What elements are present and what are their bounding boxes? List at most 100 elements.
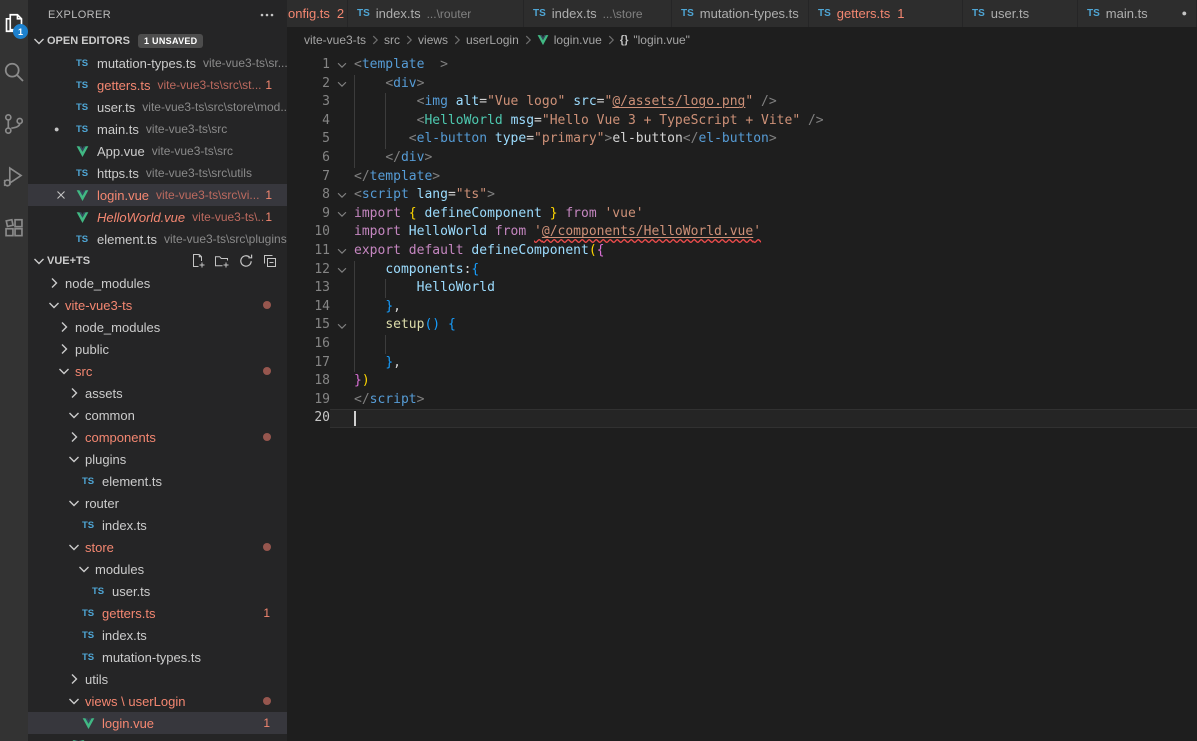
line-content[interactable]: components:{ bbox=[354, 261, 1197, 280]
tree-folder-item[interactable]: common bbox=[28, 404, 287, 426]
open-editor-item[interactable]: TShttps.tsvite-vue3-ts\src\utils bbox=[28, 162, 287, 184]
tree-folder-item[interactable]: plugins bbox=[28, 448, 287, 470]
new-folder-icon[interactable] bbox=[214, 253, 230, 269]
chevron-down-icon[interactable] bbox=[66, 539, 82, 555]
tree-file-item[interactable] bbox=[28, 734, 287, 741]
source-control-activity-button[interactable] bbox=[0, 98, 28, 150]
open-editor-item[interactable]: ●TSmain.tsvite-vue3-ts\src bbox=[28, 118, 287, 140]
line-content[interactable]: HelloWorld bbox=[354, 279, 1197, 298]
tree-file-item[interactable]: TSmutation-types.ts bbox=[28, 646, 287, 668]
tree-folder-item[interactable]: components bbox=[28, 426, 287, 448]
chevron-right-icon[interactable] bbox=[46, 275, 62, 291]
open-editors-header[interactable]: OPEN EDITORS 1 UNSAVED bbox=[28, 30, 287, 52]
line-content[interactable]: setup() { bbox=[354, 316, 1197, 335]
breadcrumb-item[interactable]: {}"login.vue" bbox=[620, 33, 690, 47]
line-content[interactable]: <template > bbox=[354, 56, 1197, 75]
chevron-down-icon[interactable] bbox=[66, 495, 82, 511]
line-content[interactable]: </script> bbox=[354, 391, 1197, 410]
line-content[interactable]: <img alt="Vue logo" src="@/assets/logo.p… bbox=[354, 93, 1197, 112]
breadcrumb-item[interactable]: src bbox=[384, 33, 400, 47]
editor-tab[interactable]: TSindex.ts...\router bbox=[348, 0, 524, 27]
tree-folder-item[interactable]: store bbox=[28, 536, 287, 558]
chevron-right-icon[interactable] bbox=[56, 341, 72, 357]
tree-file-item[interactable]: login.vue1 bbox=[28, 712, 287, 734]
chevron-down-icon[interactable] bbox=[46, 297, 62, 313]
tree-folder-item[interactable]: node_modules bbox=[28, 272, 287, 294]
fold-toggle[interactable] bbox=[330, 75, 354, 94]
open-editor-item[interactable]: TSelement.tsvite-vue3-ts\src\plugins bbox=[28, 228, 287, 250]
fold-toggle[interactable] bbox=[330, 316, 354, 335]
line-content[interactable] bbox=[354, 335, 1197, 354]
chevron-down-icon[interactable] bbox=[66, 693, 82, 709]
line-content[interactable]: import HelloWorld from '@/components/Hel… bbox=[354, 223, 1197, 242]
editor-tab[interactable]: onfig.ts2 bbox=[287, 0, 348, 27]
chevron-right-icon[interactable] bbox=[66, 385, 82, 401]
open-editor-item[interactable]: TSgetters.tsvite-vue3-ts\src\st...1 bbox=[28, 74, 287, 96]
line-content[interactable]: </template> bbox=[354, 168, 1197, 187]
close-icon[interactable] bbox=[54, 188, 68, 202]
tree-folder-item[interactable]: modules bbox=[28, 558, 287, 580]
chevron-down-icon[interactable] bbox=[56, 363, 72, 379]
line-content[interactable]: <script lang="ts"> bbox=[354, 186, 1197, 205]
line-content[interactable]: <div> bbox=[354, 75, 1197, 94]
editor-tab[interactable]: TSindex.ts...\store bbox=[524, 0, 672, 27]
open-editor-item[interactable]: login.vuevite-vue3-ts\src\vi...1 bbox=[28, 184, 287, 206]
code-editor[interactable]: 1<template >2 <div>3 <img alt="Vue logo"… bbox=[287, 52, 1197, 741]
line-content[interactable] bbox=[354, 409, 1197, 428]
open-editor-item[interactable]: HelloWorld.vuevite-vue3-ts\...1 bbox=[28, 206, 287, 228]
fold-toggle[interactable] bbox=[330, 261, 354, 280]
refresh-icon[interactable] bbox=[238, 253, 254, 269]
chevron-down-icon[interactable] bbox=[66, 407, 82, 423]
workspace-section-header[interactable]: VUE+TS bbox=[28, 250, 287, 272]
line-content[interactable]: <el-button type="primary">el-button</el-… bbox=[354, 130, 1197, 149]
chevron-right-icon[interactable] bbox=[66, 429, 82, 445]
tree-folder-item[interactable]: router bbox=[28, 492, 287, 514]
line-content[interactable]: <HelloWorld msg="Hello Vue 3 + TypeScrip… bbox=[354, 112, 1197, 131]
tree-file-item[interactable]: TSindex.ts bbox=[28, 514, 287, 536]
line-content[interactable]: export default defineComponent({ bbox=[354, 242, 1197, 261]
open-editor-item[interactable]: TSuser.tsvite-vue3-ts\src\store\mod... bbox=[28, 96, 287, 118]
editor-tab[interactable]: TSuser.ts bbox=[963, 0, 1078, 27]
chevron-right-icon[interactable] bbox=[56, 319, 72, 335]
editor-tab[interactable]: TSmain.ts● bbox=[1078, 0, 1197, 27]
tree-folder-item[interactable]: node_modules bbox=[28, 316, 287, 338]
extensions-activity-button[interactable] bbox=[0, 202, 28, 254]
tree-folder-item[interactable]: utils bbox=[28, 668, 287, 690]
chevron-down-icon[interactable] bbox=[76, 561, 92, 577]
fold-toggle[interactable] bbox=[330, 186, 354, 205]
error-count-badge: 1 bbox=[265, 210, 287, 224]
chevron-down-icon[interactable] bbox=[66, 451, 82, 467]
editor-tab[interactable]: TSmutation-types.ts bbox=[672, 0, 809, 27]
breadcrumb-item[interactable]: userLogin bbox=[466, 33, 519, 47]
chevron-right-icon[interactable] bbox=[66, 671, 82, 687]
line-content[interactable]: </div> bbox=[354, 149, 1197, 168]
open-editor-item[interactable]: TSmutation-types.tsvite-vue3-ts\sr... bbox=[28, 52, 287, 74]
line-content[interactable]: import { defineComponent } from 'vue' bbox=[354, 205, 1197, 224]
line-content[interactable]: }, bbox=[354, 298, 1197, 317]
collapse-all-icon[interactable] bbox=[262, 253, 278, 269]
fold-toggle[interactable] bbox=[330, 242, 354, 261]
breadcrumb-item[interactable]: views bbox=[418, 33, 448, 47]
open-editor-item[interactable]: App.vuevite-vue3-ts\src bbox=[28, 140, 287, 162]
tree-folder-item[interactable]: vite-vue3-ts bbox=[28, 294, 287, 316]
breadcrumb-item[interactable]: login.vue bbox=[537, 33, 602, 47]
new-file-icon[interactable] bbox=[190, 253, 206, 269]
tree-file-item[interactable]: TSgetters.ts1 bbox=[28, 602, 287, 624]
line-content[interactable]: }, bbox=[354, 354, 1197, 373]
more-actions-icon[interactable] bbox=[259, 7, 275, 23]
files-activity-button[interactable]: 1 bbox=[0, 0, 28, 46]
search-activity-button[interactable] bbox=[0, 46, 28, 98]
tree-file-item[interactable]: TSelement.ts bbox=[28, 470, 287, 492]
tree-folder-item[interactable]: src bbox=[28, 360, 287, 382]
line-content[interactable]: }) bbox=[354, 372, 1197, 391]
fold-toggle[interactable] bbox=[330, 56, 354, 75]
editor-tab[interactable]: TSgetters.ts1 bbox=[809, 0, 963, 27]
tree-folder-item[interactable]: public bbox=[28, 338, 287, 360]
tree-file-item[interactable]: TSuser.ts bbox=[28, 580, 287, 602]
tree-folder-item[interactable]: views \ userLogin bbox=[28, 690, 287, 712]
fold-toggle[interactable] bbox=[330, 205, 354, 224]
tree-file-item[interactable]: TSindex.ts bbox=[28, 624, 287, 646]
tree-folder-item[interactable]: assets bbox=[28, 382, 287, 404]
run-debug-activity-button[interactable] bbox=[0, 150, 28, 202]
breadcrumb-item[interactable]: vite-vue3-ts bbox=[304, 33, 366, 47]
